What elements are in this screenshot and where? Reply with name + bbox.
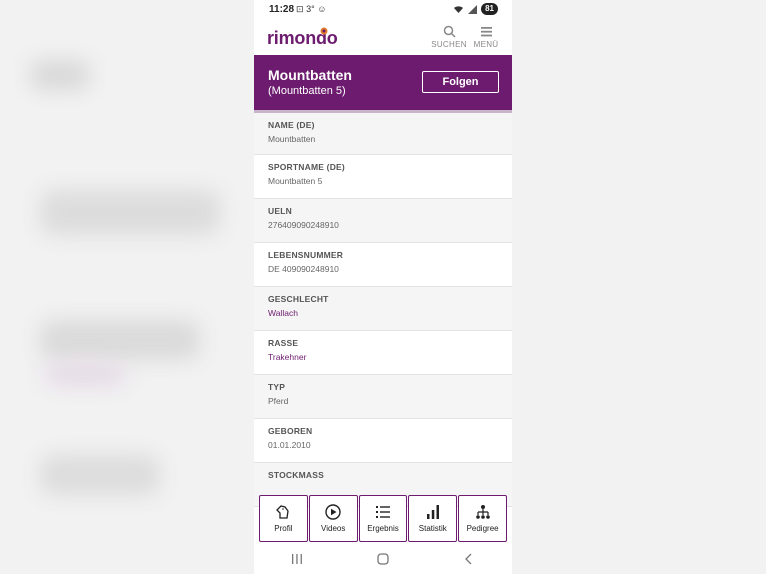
horse-sport-name: (Mountbatten 5) bbox=[268, 85, 346, 97]
recent-apps-icon[interactable] bbox=[291, 553, 303, 565]
list-icon bbox=[375, 506, 390, 518]
blurred-background-left bbox=[0, 0, 254, 574]
tab-label: Pedigree bbox=[466, 524, 499, 533]
detail-row-ueln: UELN 276409090248910 bbox=[254, 199, 512, 243]
bar-chart-icon bbox=[426, 505, 439, 519]
detail-value: Pferd bbox=[268, 396, 289, 406]
screen-record-icon: ⊡ bbox=[296, 4, 304, 14]
detail-label: RASSE bbox=[268, 338, 299, 348]
detail-label: STOCKMASS bbox=[268, 470, 324, 480]
play-circle-icon bbox=[325, 504, 341, 520]
detail-row-lebensnummer: LEBENSNUMMER DE 409090248910 bbox=[254, 243, 512, 287]
detail-label: LEBENSNUMMER bbox=[268, 250, 344, 260]
tab-ergebnis[interactable]: Ergebnis bbox=[358, 495, 408, 542]
temperature-text: 3° bbox=[306, 4, 315, 14]
tab-label: Ergebnis bbox=[367, 524, 399, 533]
horse-header: Mountbatten (Mountbatten 5) Folgen bbox=[254, 55, 512, 112]
home-icon[interactable] bbox=[377, 552, 389, 565]
tab-statistik[interactable]: Statistik bbox=[408, 495, 458, 542]
detail-value: Mountbatten 5 bbox=[268, 176, 323, 186]
signal-icon bbox=[468, 4, 478, 14]
detail-row-rasse: RASSE Trakehner bbox=[254, 331, 512, 375]
detail-value: Mountbatten bbox=[268, 134, 316, 144]
system-navigation-bar bbox=[254, 543, 512, 574]
tab-profil[interactable]: Profil bbox=[259, 495, 308, 542]
blurred-background-right bbox=[512, 0, 766, 574]
tab-videos[interactable]: Videos bbox=[308, 495, 358, 542]
hamburger-menu-icon bbox=[480, 27, 492, 37]
detail-row-typ: TYP Pferd bbox=[254, 375, 512, 419]
status-indicators: ⊡ 3° ☺ bbox=[296, 4, 326, 15]
detail-value: DE 409090248910 bbox=[268, 264, 339, 274]
menu-button[interactable]: MENÜ bbox=[466, 25, 506, 49]
detail-value: 01.01.2010 bbox=[268, 440, 311, 450]
search-label: SUCHEN bbox=[431, 40, 467, 49]
tab-label: Profil bbox=[274, 524, 293, 533]
back-icon[interactable] bbox=[463, 553, 475, 565]
menu-label: MENÜ bbox=[473, 40, 499, 49]
detail-row-geschlecht: GESCHLECHT Wallach bbox=[254, 287, 512, 331]
detail-row-name: NAME (DE) Mountbatten bbox=[254, 113, 512, 155]
detail-label: SPORTNAME (DE) bbox=[268, 162, 345, 172]
status-bar: 11:28 ⊡ 3° ☺ 81 bbox=[254, 0, 512, 20]
detail-value-link[interactable]: Trakehner bbox=[268, 352, 306, 362]
detail-label: GESCHLECHT bbox=[268, 294, 329, 304]
battery-level: 81 bbox=[481, 3, 498, 15]
detail-label: GEBOREN bbox=[268, 426, 313, 436]
detail-row-geboren: GEBOREN 01.01.2010 bbox=[254, 419, 512, 463]
tab-label: Statistik bbox=[418, 524, 447, 533]
bottom-tab-bar: Profil Videos Ergebnis Statistik Pedigre… bbox=[259, 495, 507, 542]
detail-label: UELN bbox=[268, 206, 292, 216]
logo-mark-icon bbox=[320, 27, 328, 35]
app-bar: rimondo SUCHEN MENÜ bbox=[254, 20, 512, 55]
detail-label: TYP bbox=[268, 382, 286, 392]
horse-head-icon bbox=[276, 505, 290, 519]
detail-label: NAME (DE) bbox=[268, 120, 315, 130]
pedigree-tree-icon bbox=[475, 505, 490, 519]
details-list: NAME (DE) Mountbatten SPORTNAME (DE) Mou… bbox=[254, 113, 512, 507]
follow-button[interactable]: Folgen bbox=[422, 71, 499, 93]
detail-value: 276409090248910 bbox=[268, 220, 339, 230]
detail-row-sportname: SPORTNAME (DE) Mountbatten 5 bbox=[254, 155, 512, 199]
search-button[interactable]: SUCHEN bbox=[429, 25, 469, 49]
horse-name-title: Mountbatten bbox=[268, 67, 352, 83]
search-icon bbox=[443, 25, 456, 38]
wifi-icon bbox=[454, 5, 464, 13]
tab-label: Videos bbox=[321, 524, 346, 533]
phone-screen: 11:28 ⊡ 3° ☺ 81 rimondo SUCHEN MENÜ Moun… bbox=[254, 0, 512, 574]
status-time: 11:28 bbox=[269, 4, 295, 15]
detail-value-link[interactable]: Wallach bbox=[268, 308, 298, 318]
person-icon: ☺ bbox=[317, 4, 327, 14]
tab-pedigree[interactable]: Pedigree bbox=[458, 495, 507, 542]
